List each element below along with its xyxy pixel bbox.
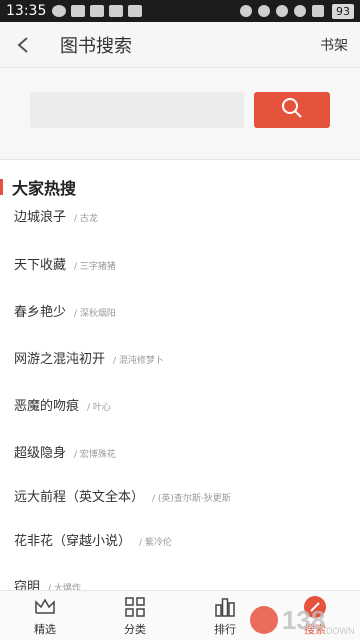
- app-header: 图书搜索 书架: [0, 22, 360, 68]
- list-item[interactable]: 超级隐身 / 宏博殊花: [14, 442, 116, 462]
- book-author: / 宏博殊花: [74, 450, 116, 460]
- notification-icon: [109, 5, 124, 17]
- book-author: / 叶心: [87, 403, 111, 413]
- bookshelf-link[interactable]: 书架: [320, 35, 348, 55]
- hot-search-title: 大家热搜: [12, 179, 77, 198]
- book-author: / 深秋烟阳: [74, 309, 116, 319]
- message-icon: [52, 5, 67, 17]
- crown-icon: [33, 595, 57, 619]
- book-title: 网游之混沌初开: [14, 352, 106, 367]
- search-icon: [281, 97, 303, 123]
- list-item[interactable]: 天下收藏 / 三字猪猪: [14, 254, 116, 274]
- search-area: [0, 68, 360, 160]
- ranking-icon: [213, 595, 237, 619]
- battery-indicator: 93: [332, 3, 354, 19]
- book-title: 花非花（穿越小说）: [14, 534, 132, 549]
- accent-bar: [0, 179, 3, 195]
- book-author: / 混沌修梦卜: [113, 356, 164, 366]
- status-bar: 13:35 93: [0, 0, 360, 22]
- book-author: / 三字猪猪: [74, 262, 116, 272]
- tab-label: 精选: [34, 623, 56, 636]
- grid-icon: [123, 595, 147, 619]
- search-button[interactable]: [254, 92, 330, 128]
- chevron-left-icon[interactable]: [0, 22, 46, 68]
- book-title: 恶魔的吻痕: [14, 399, 80, 414]
- tab-label: 分类: [124, 623, 146, 636]
- svg-text:DOWN: DOWN: [326, 626, 355, 636]
- book-title: 天下收藏: [14, 258, 67, 273]
- book-title: 超级隐身: [14, 446, 67, 461]
- book-title: 边城浪子: [14, 210, 67, 225]
- list-item[interactable]: 网游之混沌初开 / 混沌修梦卜: [14, 348, 164, 368]
- alarm-icon: [276, 5, 288, 17]
- list-item[interactable]: 边城浪子 / 古龙: [14, 206, 98, 226]
- status-time: 13:35: [6, 3, 47, 19]
- svg-text:138: 138: [282, 605, 325, 635]
- notification-icon: [90, 5, 105, 17]
- book-author: / 古龙: [74, 214, 98, 224]
- tab-category[interactable]: 分类: [90, 591, 180, 641]
- list-item[interactable]: 春乡艳少 / 深秋烟阳: [14, 301, 116, 321]
- list-item[interactable]: 花非花（穿越小说） / 紫冷伦: [14, 530, 172, 550]
- watermark-logo: 138 DOWN: [248, 602, 358, 638]
- list-item[interactable]: 恶魔的吻痕 / 叶心: [14, 395, 111, 415]
- book-title: 远大前程（英文全本）: [14, 490, 145, 505]
- signal-icon: [312, 5, 324, 17]
- page-title: 图书搜索: [60, 35, 132, 57]
- wifi-icon: [294, 5, 306, 17]
- book-author: / 紫冷伦: [139, 538, 172, 548]
- tab-featured[interactable]: 精选: [0, 591, 90, 641]
- tab-label: 排行: [214, 623, 236, 636]
- list-item[interactable]: 远大前程（英文全本） / (英)查尔斯·狄更斯: [14, 486, 231, 506]
- section-title: 大家热搜: [0, 170, 360, 204]
- download-icon: [128, 5, 143, 17]
- vibrate-icon: [258, 5, 270, 17]
- bluetooth-icon: [240, 5, 252, 17]
- image-icon: [71, 5, 86, 17]
- hot-search-section: 大家热搜: [0, 170, 360, 204]
- search-input[interactable]: [30, 92, 244, 128]
- book-title: 春乡艳少: [14, 305, 67, 320]
- book-author: / (英)查尔斯·狄更斯: [152, 494, 231, 504]
